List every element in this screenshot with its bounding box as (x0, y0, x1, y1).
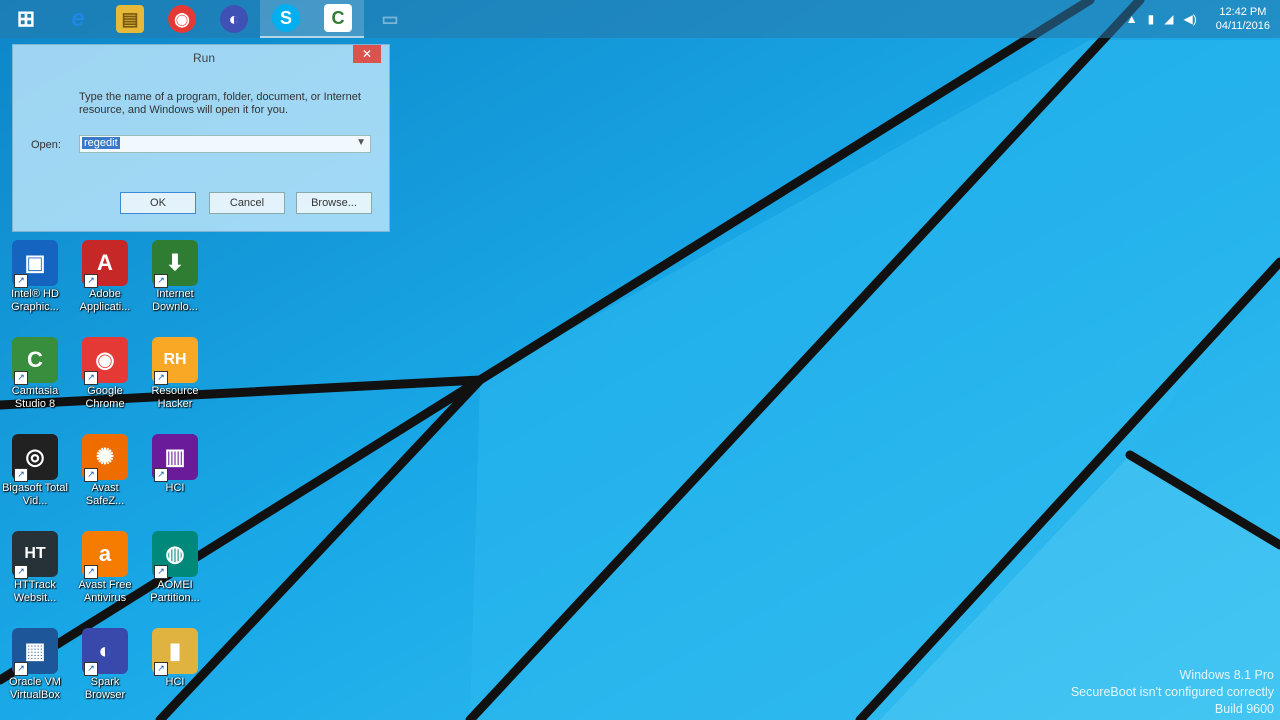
battery-icon[interactable]: ▮ (1148, 12, 1155, 26)
desktop-icon-label: Camtasia Studio 8 (11, 385, 59, 410)
taskbar: ⊞ e ▤ ◉ ◐ S C ▭ ▲ ▮ ◢ ◀) 12:42 PM 04/11/… (0, 0, 1280, 38)
desktop-icon[interactable]: ✺ ↗ Avast SafeZ... (72, 434, 138, 508)
spark-browser-icon: ◐ (220, 5, 248, 33)
clock-time: 12:42 PM (1219, 6, 1267, 18)
desktop-icon-label: Bigasoft Total Vid... (2, 482, 68, 507)
desktop-icon-label: Avast Free Antivirus (78, 579, 132, 604)
desktop-icon[interactable]: ▮ ↗ HCI (142, 628, 208, 689)
shortcut-arrow-icon: ↗ (14, 565, 28, 579)
shortcut-arrow-icon: ↗ (84, 371, 98, 385)
shortcut-arrow-icon: ↗ (84, 565, 98, 579)
desktop-icon[interactable]: HT ↗ HTTrack Websit... (2, 531, 68, 605)
ok-button[interactable]: OK (120, 192, 196, 214)
desktop-icon-label: Resource Hacker (151, 385, 199, 410)
taskbar-camtasia[interactable]: C (312, 0, 364, 38)
desktop-icon[interactable]: A ↗ Adobe Applicati... (72, 240, 138, 314)
desktop-icon[interactable]: ◎ ↗ Bigasoft Total Vid... (2, 434, 68, 508)
watermark-secureboot: SecureBoot isn't configured correctly (1070, 685, 1274, 699)
desktop-icon-label: Internet Downlo... (152, 288, 198, 313)
show-hidden-icons-icon[interactable]: ▲ (1126, 12, 1138, 26)
cancel-button[interactable]: Cancel (209, 192, 285, 214)
run-description: Type the name of a program, folder, docu… (79, 91, 361, 116)
desktop-icon-label: Adobe Applicati... (79, 288, 131, 313)
open-label: Open: (31, 139, 61, 151)
desktop-icon-label: HCI (165, 482, 185, 494)
taskbar-internet-explorer[interactable]: e (52, 0, 104, 38)
desktop-icon-label: HTTrack Websit... (13, 579, 57, 604)
desktop-icon[interactable]: ◐ ↗ Spark Browser (72, 628, 138, 702)
shortcut-arrow-icon: ↗ (154, 662, 168, 676)
shortcut-arrow-icon: ↗ (14, 662, 28, 676)
desktop-icon-label: Avast SafeZ... (85, 482, 125, 507)
start-button[interactable]: ⊞ (0, 0, 52, 38)
desktop-icon[interactable]: C ↗ Camtasia Studio 8 (2, 337, 68, 411)
windows-logo-icon: ⊞ (16, 6, 36, 31)
run-command-value: regedit (82, 137, 120, 149)
desktop-icon[interactable]: ▥ ↗ HCI (142, 434, 208, 495)
shortcut-arrow-icon: ↗ (84, 468, 98, 482)
run-dialog-title: Run (193, 51, 216, 65)
folder-icon: ▤ (116, 5, 144, 33)
system-tray: ▲ ▮ ◢ ◀) 12:42 PM 04/11/2016 (1121, 0, 1280, 38)
window-icon: ▭ (381, 8, 399, 29)
chrome-icon: ◉ (168, 5, 196, 33)
taskbar-chrome[interactable]: ◉ (156, 0, 208, 38)
volume-icon[interactable]: ◀) (1184, 12, 1197, 26)
shortcut-arrow-icon: ↗ (84, 662, 98, 676)
close-icon: ✕ (361, 47, 373, 61)
taskbar-run-window[interactable]: ▭ (364, 0, 416, 38)
desktop-icon[interactable]: RH ↗ Resource Hacker (142, 337, 208, 411)
shortcut-arrow-icon: ↗ (14, 371, 28, 385)
desktop-icon-label: Google Chrome (85, 385, 125, 410)
run-dialog[interactable]: Run ✕ Type the name of a program, folder… (12, 44, 390, 232)
taskbar-skype[interactable]: S (260, 0, 312, 38)
desktop-icon-label: Intel® HD Graphic... (11, 288, 59, 313)
shortcut-arrow-icon: ↗ (154, 468, 168, 482)
desktop-icon[interactable]: ⬇ ↗ Internet Downlo... (142, 240, 208, 314)
clock[interactable]: 12:42 PM 04/11/2016 (1216, 5, 1270, 33)
desktop-icon[interactable]: ▣ ↗ Intel® HD Graphic... (2, 240, 68, 314)
desktop-icon-label: AOMEI Partition... (150, 579, 200, 604)
taskbar-file-explorer[interactable]: ▤ (104, 0, 156, 38)
watermark-build: Build 9600 (1214, 702, 1274, 716)
desktop-icon[interactable]: ▦ ↗ Oracle VM VirtualBox (2, 628, 68, 702)
shortcut-arrow-icon: ↗ (154, 274, 168, 288)
camtasia-icon: C (324, 4, 352, 32)
desktop-icon-label: Oracle VM VirtualBox (9, 676, 61, 701)
watermark-edition: Windows 8.1 Pro (1179, 668, 1274, 682)
desktop-icon[interactable]: a ↗ Avast Free Antivirus (72, 531, 138, 605)
shortcut-arrow-icon: ↗ (154, 371, 168, 385)
browse-button[interactable]: Browse... (296, 192, 372, 214)
desktop-icon[interactable]: ◉ ↗ Google Chrome (72, 337, 138, 411)
clock-date: 04/11/2016 (1215, 20, 1270, 32)
internet-explorer-icon: e (71, 5, 85, 32)
taskbar-spark-browser[interactable]: ◐ (208, 0, 260, 38)
network-icon[interactable]: ◢ (1164, 12, 1173, 26)
desktop-icon[interactable]: ◍ ↗ AOMEI Partition... (142, 531, 208, 605)
desktop-icon-label: HCI (165, 676, 185, 688)
close-button[interactable]: ✕ (353, 45, 381, 63)
skype-icon: S (272, 4, 300, 32)
chevron-down-icon[interactable]: ▼ (356, 137, 366, 148)
shortcut-arrow-icon: ↗ (84, 274, 98, 288)
run-command-input[interactable]: regedit ▼ (79, 135, 371, 153)
shortcut-arrow-icon: ↗ (14, 274, 28, 288)
shortcut-arrow-icon: ↗ (154, 565, 168, 579)
windows-watermark: Windows 8.1 Pro SecureBoot isn't configu… (1071, 667, 1274, 718)
desktop-icon-label: Spark Browser (84, 676, 126, 701)
shortcut-arrow-icon: ↗ (14, 468, 28, 482)
